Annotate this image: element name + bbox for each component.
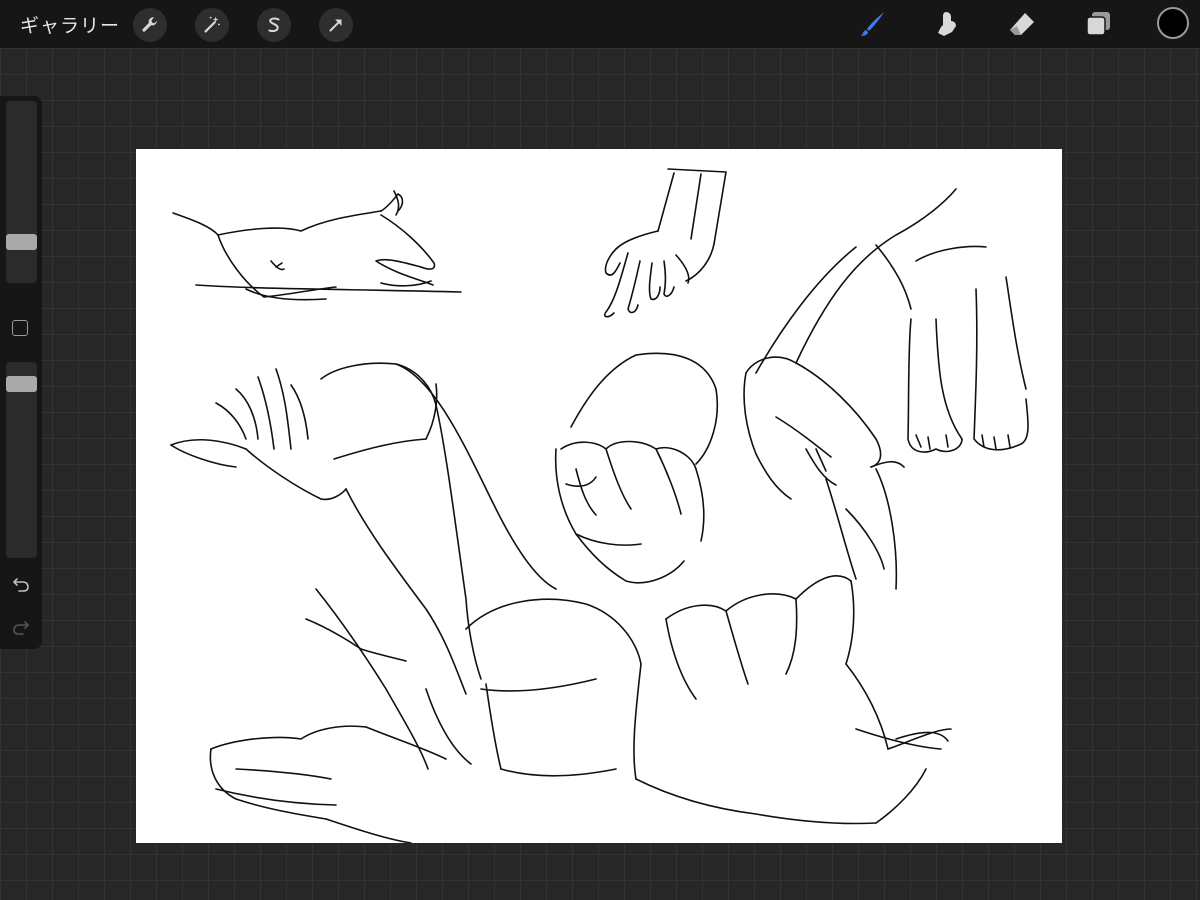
opacity-thumb[interactable] [6, 376, 37, 392]
transform-button[interactable] [319, 8, 353, 42]
layers-tool-button[interactable] [1080, 6, 1116, 42]
drawing-canvas[interactable] [136, 149, 1062, 843]
procreate-app: ギャラリー [0, 0, 1200, 900]
layers-icon [1086, 12, 1110, 36]
top-toolbar: ギャラリー [0, 0, 1200, 48]
redo-button[interactable] [10, 617, 32, 639]
wrench-icon [142, 17, 157, 32]
brush-icon [861, 12, 884, 36]
redo-icon [13, 621, 29, 635]
selection-button[interactable] [257, 8, 291, 42]
selection-s-icon [268, 17, 280, 33]
arrow-cursor-icon [329, 19, 342, 32]
hand-sketch-drawing [170, 168, 1029, 843]
undo-icon [13, 578, 29, 592]
smudge-tool-button[interactable] [929, 6, 965, 42]
opacity-slider[interactable] [6, 362, 37, 558]
actions-button[interactable] [133, 8, 167, 42]
brush-size-thumb[interactable] [6, 234, 37, 250]
side-toolbar [0, 96, 42, 649]
adjustments-button[interactable] [195, 8, 229, 42]
brush-size-slider[interactable] [6, 101, 37, 283]
gallery-button[interactable]: ギャラリー [20, 11, 120, 38]
magic-wand-icon [204, 16, 220, 33]
undo-button[interactable] [10, 574, 32, 596]
eraser-icon [1010, 13, 1034, 35]
brush-tool-button[interactable] [855, 6, 891, 42]
eraser-tool-button[interactable] [1004, 6, 1040, 42]
modify-square-icon[interactable] [12, 320, 28, 336]
color-picker-button[interactable] [1157, 7, 1189, 39]
smudge-finger-icon [938, 12, 956, 36]
